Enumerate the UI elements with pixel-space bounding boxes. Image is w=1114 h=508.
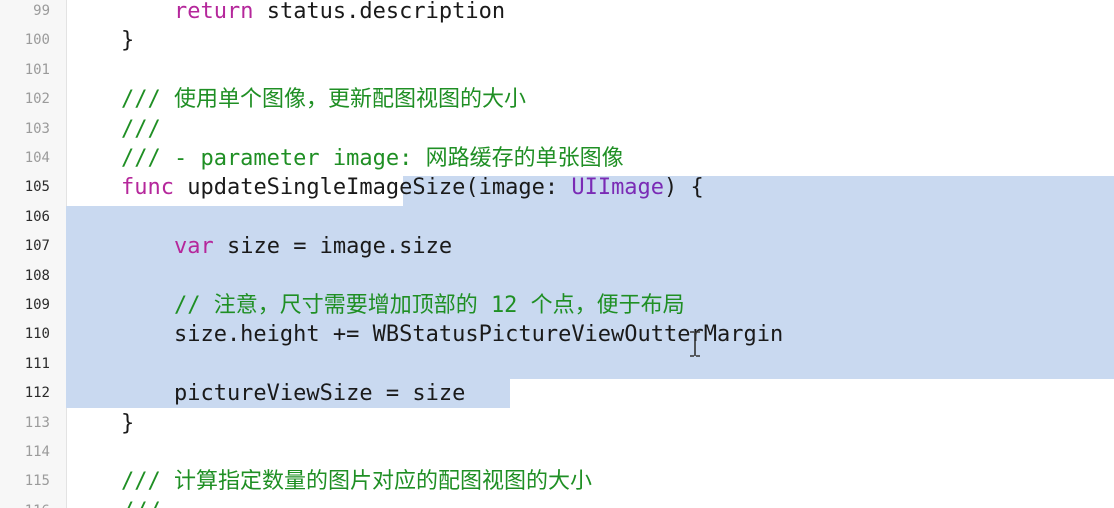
code-line[interactable]: 107 var size = image.size [0,232,1114,261]
code-line[interactable]: 110 size.height += WBStatusPictureViewOu… [0,320,1114,349]
line-number: 113 [24,414,50,431]
line-number: 112 [24,385,50,402]
code-text[interactable]: func updateSingleImageSize(image: UIImag… [68,173,704,202]
line-number: 100 [24,32,50,49]
code-text[interactable]: } [68,26,134,55]
line-number: 109 [24,297,50,313]
line-number: 101 [24,61,50,78]
code-line[interactable]: 115 /// 计算指定数量的图片对应的配图视图的大小 [0,467,1114,496]
code-token: } [68,28,135,54]
code-line[interactable]: 100 } [0,26,1114,55]
keyword-token: func [120,175,174,201]
code-text[interactable]: } [68,409,134,438]
code-comment[interactable]: // 注意，尺寸需要增加顶部的 12 个点，便于布局 [68,291,685,320]
line-number: 108 [24,267,50,284]
i-beam-cursor-icon [690,331,700,357]
line-number: 116 [0,497,50,508]
code-comment[interactable]: /// 使用单个图像，更新配图视图的大小 [68,85,526,114]
code-token: size.height += WBStatusPictureViewOutter… [68,322,784,348]
line-number: 111 [24,355,50,372]
code-text[interactable]: pictureViewSize = size [68,379,465,408]
line-number: 105 [24,179,50,196]
code-text[interactable]: return status.description [68,0,505,26]
line-number: 103 [24,120,50,137]
code-line[interactable]: 112 pictureViewSize = size [0,379,1114,408]
code-line[interactable]: 109 // 注意，尺寸需要增加顶部的 12 个点，便于布局 [0,291,1114,320]
code-comment[interactable]: /// - parameter image: 网路缓存的单张图像 [68,144,624,173]
line-number: 99 [33,3,50,19]
code-line[interactable]: 102 /// 使用单个图像，更新配图视图的大小 [0,85,1114,114]
line-number: 104 [24,150,50,166]
code-token: size = image.size [213,234,453,260]
code-line[interactable]: 113 } [0,409,1114,438]
line-number: 114 [24,444,50,460]
comment-token: /// 使用单个图像，更新配图视图的大小 [68,87,526,113]
keyword-token: return [173,0,254,24]
code-line[interactable]: 101 [0,56,1114,85]
code-text[interactable]: size.height += WBStatusPictureViewOutter… [68,320,783,349]
code-line[interactable]: 116 /// [0,497,1114,508]
keyword-token: var [173,234,214,260]
code-line[interactable]: 99 return status.description [0,0,1114,26]
code-token: ) { [664,175,704,201]
comment-token: /// [68,499,161,508]
code-line[interactable]: 114 [0,438,1114,467]
code-line[interactable]: 108 [0,262,1114,291]
code-comment[interactable]: /// 计算指定数量的图片对应的配图视图的大小 [68,467,592,496]
code-token: updateSingleImageSize(image: [173,175,572,201]
code-line[interactable]: 104 /// - parameter image: 网路缓存的单张图像 [0,144,1114,173]
code-line[interactable]: 106 [0,203,1114,232]
code-token: } [68,410,135,436]
line-number: 110 [24,326,50,343]
comment-token: // 注意，尺寸需要增加顶部的 12 个点，便于布局 [68,293,685,318]
code-line[interactable]: 103 /// [0,115,1114,144]
line-number: 107 [24,238,50,255]
code-line[interactable]: 111 [0,350,1114,379]
code-comment[interactable]: /// [68,497,161,508]
code-comment[interactable]: /// [68,115,161,144]
code-line[interactable]: 105 func updateSingleImageSize(image: UI… [0,173,1114,202]
code-token: pictureViewSize = size [68,381,466,407]
comment-token: /// [68,116,161,142]
line-number: 115 [24,473,50,490]
code-token: status.description [253,0,506,24]
line-number: 106 [24,208,50,225]
code-editor[interactable]: 99 return status.description 100 } 101 102 … [0,0,1114,508]
code-text[interactable]: var size = image.size [68,232,452,261]
comment-token: /// 计算指定数量的图片对应的配图视图的大小 [68,469,592,495]
line-number: 102 [24,91,50,108]
type-token: UIImage [571,175,665,201]
comment-token: /// - parameter image: 网路缓存的单张图像 [68,146,624,171]
